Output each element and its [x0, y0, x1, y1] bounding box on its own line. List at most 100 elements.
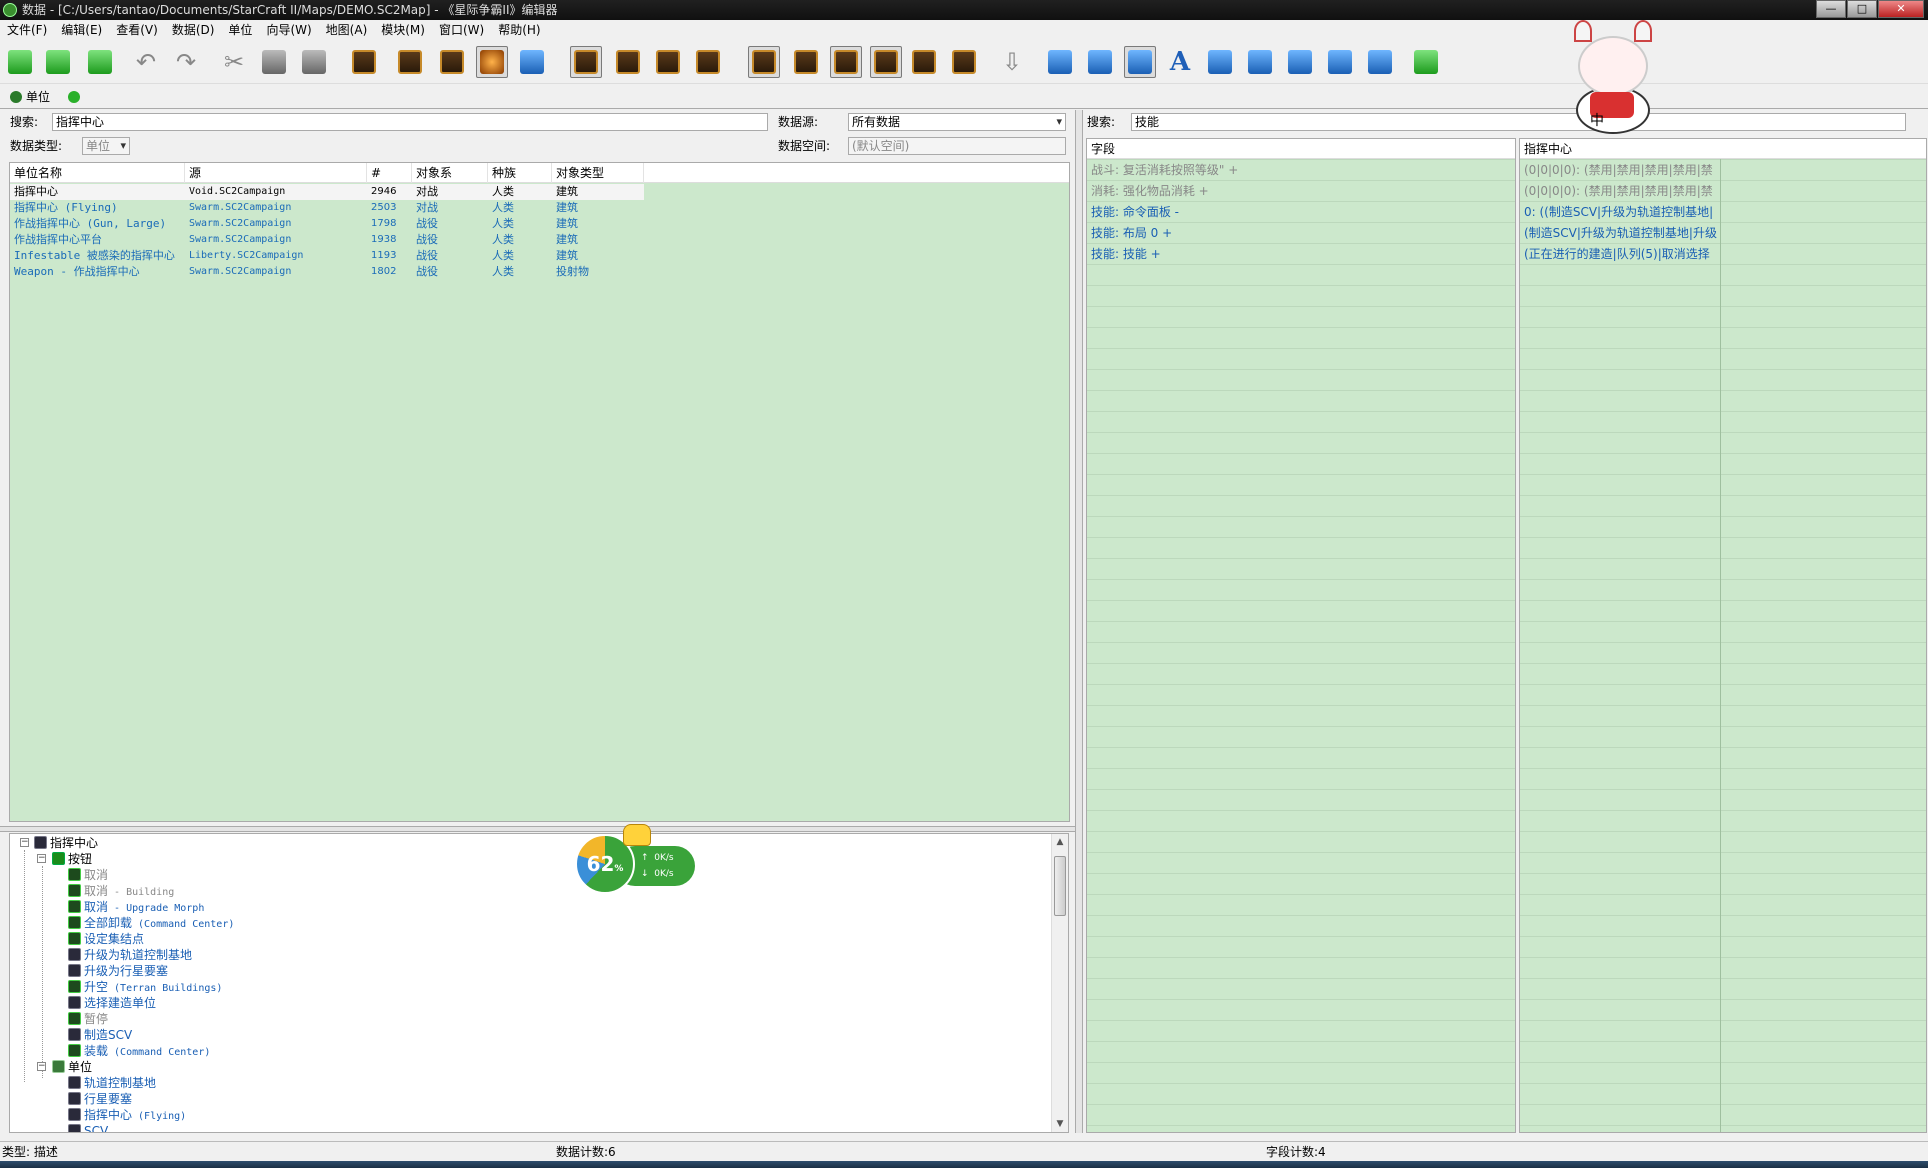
- maximize-button[interactable]: □: [1847, 0, 1877, 18]
- col-family[interactable]: 对象系: [412, 163, 488, 183]
- text-icon[interactable]: A: [1164, 46, 1196, 78]
- col-unit-name[interactable]: 单位名称: [10, 163, 185, 183]
- cut-icon[interactable]: ✂: [218, 46, 250, 78]
- menu-window[interactable]: 窗口(W): [432, 20, 491, 40]
- trigger-editor-icon[interactable]: [394, 46, 426, 78]
- network-widget[interactable]: ↑ 0K/s ↓ 0K/s 62%: [575, 824, 695, 896]
- table-row[interactable]: Infestable 被感染的指挥中心 Liberty.SC2Campaign …: [10, 248, 1069, 264]
- film-icon[interactable]: [1324, 46, 1356, 78]
- tree-item-button[interactable]: 选择建造单位: [68, 995, 156, 1011]
- col-object-type[interactable]: 对象类型: [552, 163, 644, 183]
- table-row[interactable]: Weapon - 作战指挥中心 Swarm.SC2Campaign 1802 战…: [10, 264, 1069, 280]
- data-editor-icon[interactable]: [436, 46, 468, 78]
- tree-scrollbar[interactable]: ▲ ▼: [1051, 834, 1068, 1132]
- value-row[interactable]: (0|0|0|0): (禁用|禁用|禁用|禁用|禁: [1520, 181, 1720, 201]
- tree-item-button[interactable]: 升级为轨道控制基地: [68, 947, 192, 963]
- value-row[interactable]: (0|0|0|0): (禁用|禁用|禁用|禁用|禁: [1520, 160, 1720, 180]
- list-icon[interactable]: [830, 46, 862, 78]
- close-button[interactable]: ✕: [1878, 0, 1924, 18]
- scroll-thumb[interactable]: [1054, 856, 1066, 916]
- collapse-root-icon[interactable]: −: [20, 838, 29, 847]
- copy-icon[interactable]: [258, 46, 290, 78]
- tree-item-button[interactable]: 取消: [68, 867, 108, 883]
- import-icon[interactable]: [612, 46, 644, 78]
- sound-icon[interactable]: [790, 46, 822, 78]
- tree-item-button[interactable]: 取消 - Upgrade Morph: [68, 899, 204, 915]
- mascot-widget[interactable]: 中: [1568, 16, 1658, 134]
- tab-unit[interactable]: 单位: [10, 87, 50, 107]
- tree-item-unit[interactable]: 指挥中心 (Flying): [68, 1107, 186, 1123]
- menu-file[interactable]: 文件(F): [0, 20, 54, 40]
- tree-folder-buttons[interactable]: 按钮: [52, 851, 92, 867]
- tree-item-button[interactable]: 升空 (Terran Buildings): [68, 979, 222, 995]
- tree-item-unit[interactable]: 轨道控制基地: [68, 1075, 156, 1091]
- menu-help[interactable]: 帮助(H): [491, 20, 547, 40]
- value-row[interactable]: (正在进行的建造|队列(5)|取消选择: [1520, 244, 1720, 264]
- col-race[interactable]: 种族: [488, 163, 552, 183]
- menu-unit[interactable]: 单位: [221, 20, 259, 40]
- xml-export-icon[interactable]: ⇩: [996, 46, 1028, 78]
- value-row[interactable]: 0: ((制造SCV|升级为轨道控制基地|: [1520, 202, 1720, 222]
- xml-editor-icon[interactable]: [652, 46, 684, 78]
- field-row[interactable]: 战斗: 复活消耗按照等级" +: [1087, 160, 1238, 180]
- field-search-input[interactable]: 技能: [1131, 113, 1906, 131]
- paste-icon[interactable]: [298, 46, 330, 78]
- search-input[interactable]: 指挥中心: [52, 113, 768, 131]
- minimize-button[interactable]: —: [1816, 0, 1846, 18]
- save-icon[interactable]: [84, 46, 116, 78]
- hero-icon[interactable]: [1124, 46, 1156, 78]
- table-row[interactable]: 指挥中心 (Flying) Swarm.SC2Campaign 2503 对战 …: [10, 200, 1069, 216]
- data-type-select[interactable]: 单位: [82, 137, 130, 155]
- tree-item-button[interactable]: 制造SCV: [68, 1027, 132, 1043]
- horizontal-splitter[interactable]: [0, 826, 1075, 832]
- document-icon[interactable]: [1204, 46, 1236, 78]
- table-row[interactable]: 作战指挥中心平台 Swarm.SC2Campaign 1938 战役 人类 建筑: [10, 232, 1069, 248]
- scroll-up-icon[interactable]: ▲: [1052, 834, 1068, 850]
- open-file-icon[interactable]: [42, 46, 74, 78]
- unit-data-icon[interactable]: [476, 46, 508, 78]
- field-row[interactable]: 技能: 布局 0 +: [1087, 223, 1172, 243]
- menu-map[interactable]: 地图(A): [319, 20, 375, 40]
- vertical-splitter[interactable]: [1075, 110, 1083, 1133]
- redo-icon[interactable]: ↷: [170, 46, 202, 78]
- script-icon[interactable]: [948, 46, 980, 78]
- collapse-units-icon[interactable]: −: [37, 1062, 46, 1071]
- value-row[interactable]: (制造SCV|升级为轨道控制基地|升级: [1520, 223, 1720, 243]
- flow-icon[interactable]: [516, 46, 548, 78]
- field-header[interactable]: 字段: [1087, 139, 1515, 159]
- add-tab-button[interactable]: [68, 87, 84, 107]
- undo-icon[interactable]: ↶: [130, 46, 162, 78]
- tech-tree-icon[interactable]: [1410, 46, 1442, 78]
- book-icon[interactable]: [908, 46, 940, 78]
- cinematic-icon[interactable]: [1284, 46, 1316, 78]
- tree-item-button[interactable]: 暂停: [68, 1011, 108, 1027]
- col-source[interactable]: 源: [185, 163, 367, 183]
- collapse-buttons-icon[interactable]: −: [37, 854, 46, 863]
- field-row[interactable]: 技能: 命令面板 -: [1087, 202, 1179, 222]
- gear-icon[interactable]: [1084, 46, 1116, 78]
- col-number[interactable]: #: [367, 163, 412, 183]
- scroll-down-icon[interactable]: ▼: [1052, 1116, 1068, 1132]
- terrain-editor-icon[interactable]: [348, 46, 380, 78]
- tree-item-button[interactable]: 装载 (Command Center): [68, 1043, 210, 1059]
- tree-item-unit[interactable]: SCV: [68, 1123, 108, 1132]
- tree-root[interactable]: 指挥中心: [34, 835, 98, 851]
- new-file-icon[interactable]: [4, 46, 36, 78]
- portrait-icon[interactable]: [1244, 46, 1276, 78]
- table-row[interactable]: 作战指挥中心 (Gun, Large) Swarm.SC2Campaign 17…: [10, 216, 1069, 232]
- menu-edit[interactable]: 编辑(E): [54, 20, 109, 40]
- tree-folder-units[interactable]: 单位: [52, 1059, 92, 1075]
- menu-module[interactable]: 模块(M): [374, 20, 432, 40]
- text-editor-icon[interactable]: [570, 46, 602, 78]
- menu-wizard[interactable]: 向导(W): [259, 20, 318, 40]
- menu-view[interactable]: 查看(V): [109, 20, 165, 40]
- field-row[interactable]: 技能: 技能 +: [1087, 244, 1161, 264]
- data-space-field[interactable]: (默认空间): [848, 137, 1066, 155]
- module-icon[interactable]: [748, 46, 780, 78]
- table-row[interactable]: 指挥中心 Void.SC2Campaign 2946 对战 人类 建筑: [10, 184, 644, 200]
- tree-item-unit[interactable]: 行星要塞: [68, 1091, 132, 1107]
- arrows-icon[interactable]: [1364, 46, 1396, 78]
- tree-item-button[interactable]: 设定集结点: [68, 931, 144, 947]
- mountain-icon[interactable]: [1044, 46, 1076, 78]
- layout-icon[interactable]: [870, 46, 902, 78]
